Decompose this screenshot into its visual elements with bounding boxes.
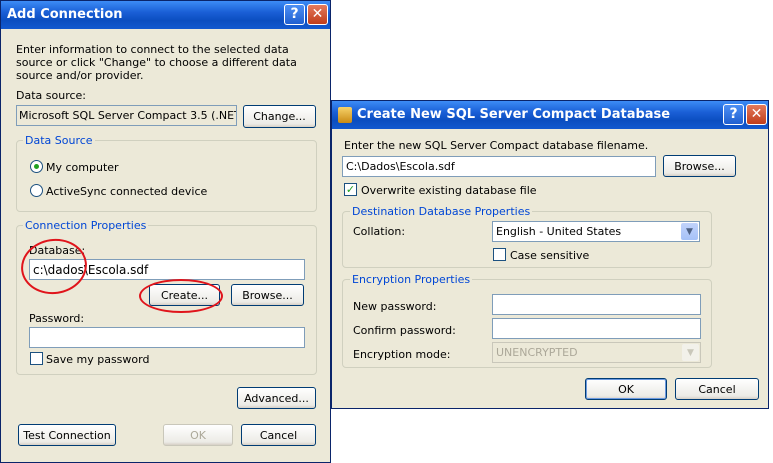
chevron-down-icon[interactable]: ▼ [681,223,698,240]
test-connection-button[interactable]: Test Connection [18,424,116,446]
activesync-label[interactable]: ActiveSync connected device [46,185,207,198]
add-connection-title: Add Connection [7,7,123,22]
my-computer-label[interactable]: My computer [46,161,119,174]
encryption-mode-select: UNENCRYPTED ▼ [492,342,701,363]
filename-prompt: Enter the new SQL Server Compact databas… [344,139,649,152]
case-sensitive-checkbox[interactable] [493,248,506,261]
activesync-radio[interactable] [30,184,43,197]
add-connection-dialog: Add Connection ? ✕ Enter information to … [0,0,331,463]
connection-properties-group-label: Connection Properties [23,219,149,232]
case-sensitive-label[interactable]: Case sensitive [510,249,589,262]
save-password-checkbox[interactable] [30,352,43,365]
close-icon[interactable]: ✕ [307,4,328,25]
help-icon[interactable]: ? [284,4,305,25]
help-icon[interactable]: ? [723,104,744,125]
close-icon[interactable]: ✕ [746,104,767,125]
filename-input[interactable]: C:\Dados\Escola.sdf [342,156,656,177]
create-ok-button[interactable]: OK [585,378,667,400]
database-app-icon [338,107,352,123]
new-password-label: New password: [353,300,437,313]
save-password-label[interactable]: Save my password [46,353,149,366]
overwrite-label[interactable]: Overwrite existing database file [361,184,537,197]
create-browse-button[interactable]: Browse... [663,155,736,177]
confirm-password-label: Confirm password: [353,324,456,337]
data-source-group [16,140,317,212]
chevron-down-icon: ▼ [682,344,699,361]
advanced-button[interactable]: Advanced... [237,387,316,409]
collation-label: Collation: [353,225,406,238]
collation-value: English - United States [496,225,622,238]
new-password-input[interactable] [492,294,701,315]
encryption-properties-label: Encryption Properties [350,273,473,286]
data-source-label: Data source: [16,89,86,102]
intro-text: Enter information to connect to the sele… [16,43,297,82]
add-connection-titlebar[interactable]: Add Connection ? ✕ [1,1,330,29]
collation-select[interactable]: English - United States ▼ [492,221,700,242]
create-database-title: Create New SQL Server Compact Database [357,107,671,122]
my-computer-radio[interactable] [30,160,43,173]
create-database-titlebar[interactable]: Create New SQL Server Compact Database ?… [332,101,768,129]
data-source-group-label: Data Source [23,134,95,147]
encryption-mode-value: UNENCRYPTED [496,346,578,359]
browse-button[interactable]: Browse... [231,284,304,306]
destination-properties-label: Destination Database Properties [350,205,533,218]
create-cancel-button[interactable]: Cancel [675,378,759,400]
encryption-mode-label: Encryption mode: [353,348,451,361]
data-source-field: Microsoft SQL Server Compact 3.5 (.NET F… [16,105,237,126]
change-button[interactable]: Change... [243,105,316,128]
password-label: Password: [29,312,85,325]
annotation-ellipse-create [139,279,223,313]
cancel-button[interactable]: Cancel [241,424,316,446]
password-input[interactable] [29,327,305,348]
ok-button[interactable]: OK [163,424,233,446]
overwrite-checkbox[interactable]: ✓ [344,183,357,196]
create-database-dialog: Create New SQL Server Compact Database ?… [331,100,769,409]
confirm-password-input[interactable] [492,318,701,339]
